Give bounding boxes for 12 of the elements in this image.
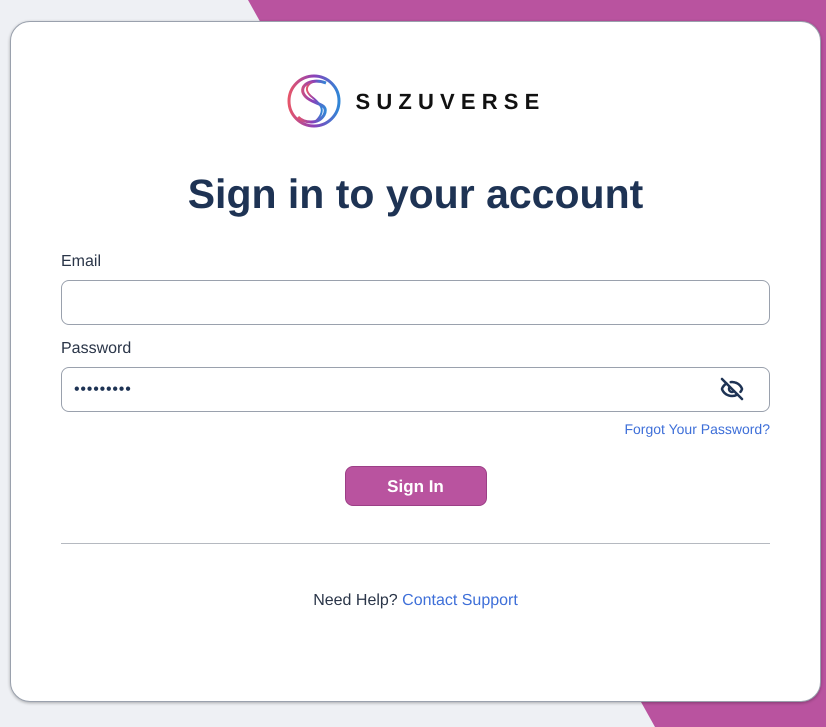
hide-password-icon[interactable] xyxy=(720,377,744,402)
help-text: Need Help? xyxy=(313,592,398,610)
email-field[interactable] xyxy=(61,280,770,326)
contact-support-link[interactable]: Contact Support xyxy=(402,592,518,610)
field-label: Password xyxy=(61,339,132,360)
password-field[interactable]: ••••••••• xyxy=(61,367,770,412)
logo-icon xyxy=(286,73,342,129)
field-label: Email xyxy=(61,252,102,272)
sign-in-button[interactable]: Sign In xyxy=(344,466,486,506)
brand-name: SUZUVERSE xyxy=(356,88,546,116)
page-title: Sign in to your account xyxy=(186,170,644,219)
forgot-password-link[interactable]: Forgot Your Password? xyxy=(624,419,770,440)
